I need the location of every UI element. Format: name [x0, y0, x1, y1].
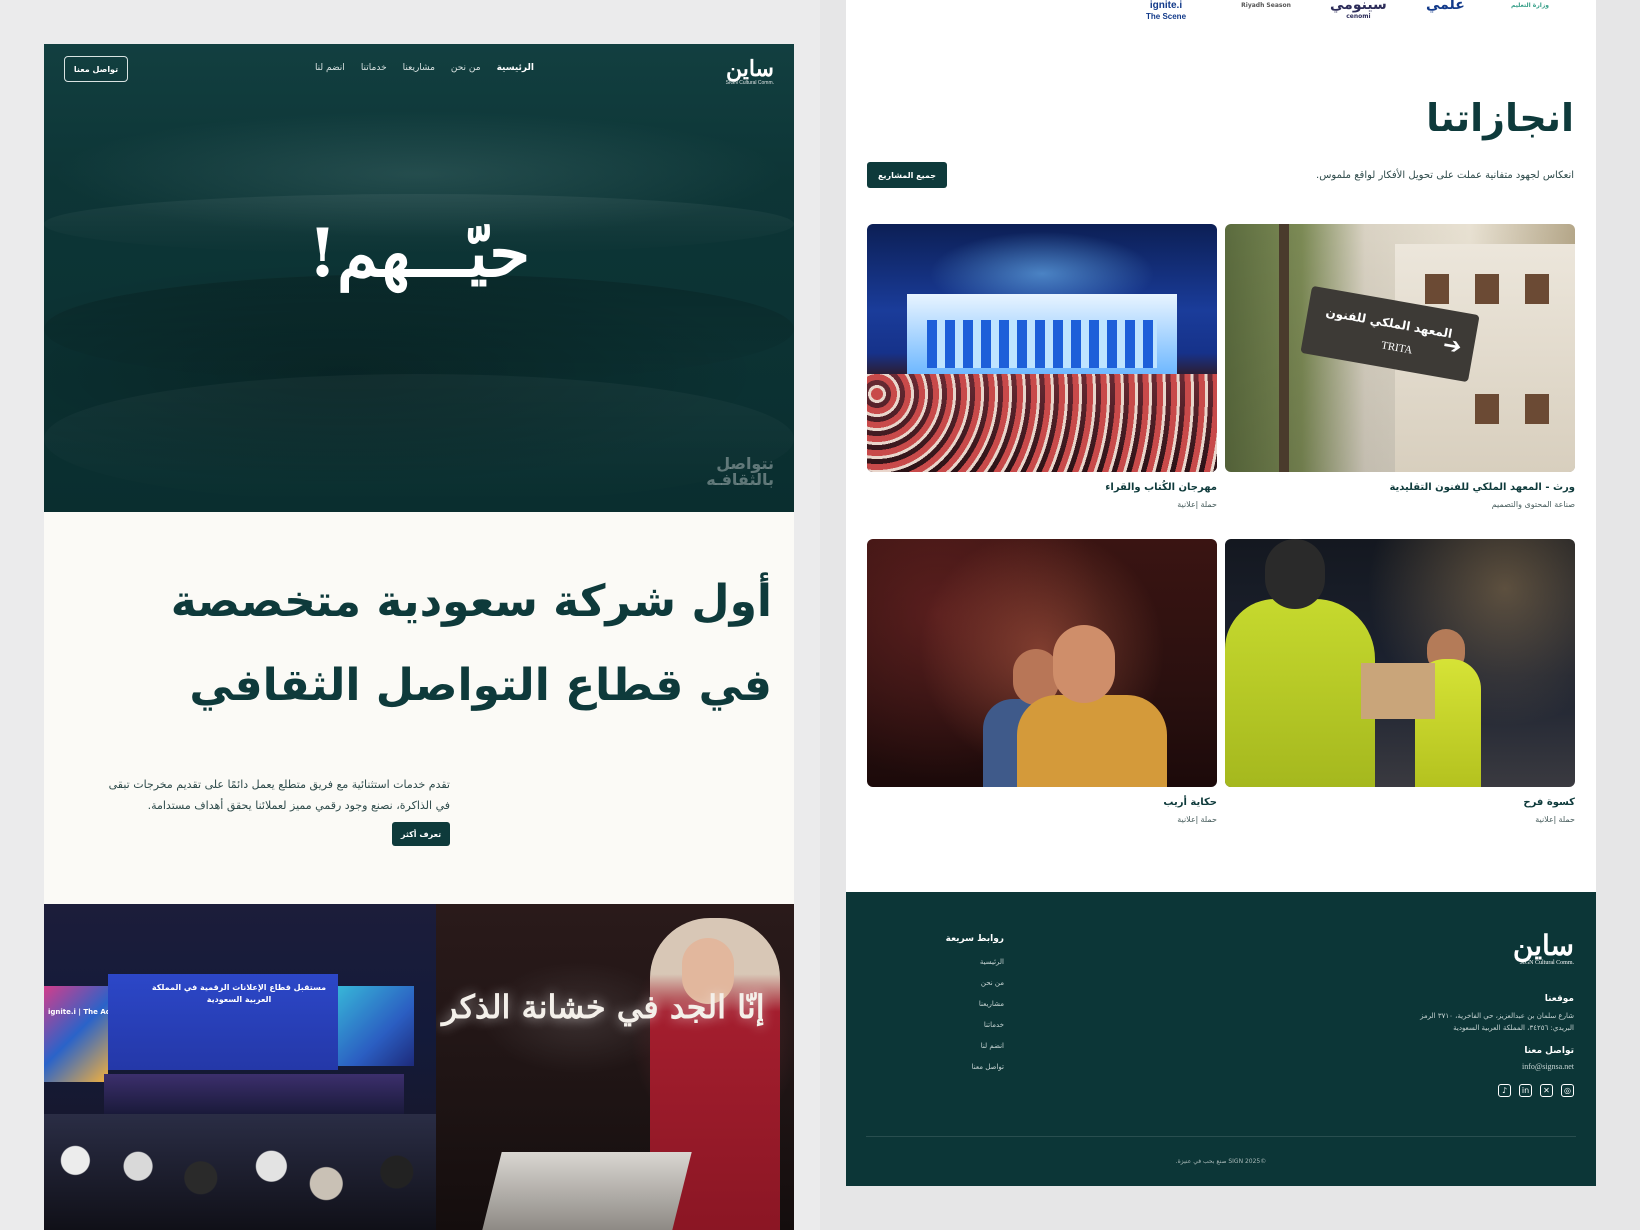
logo-subtext: SIGN Cultural Comm. — [725, 80, 774, 86]
all-projects-button[interactable]: جميع المشاريع — [867, 162, 947, 188]
project-image — [867, 539, 1217, 787]
footer-link-home[interactable]: الرئيسية — [972, 952, 1004, 973]
nav-item-projects[interactable]: مشاريعنا — [403, 63, 435, 73]
copyright: ©SIGN 2025 صنع بحب في عنيزة. — [1175, 1158, 1267, 1165]
partner-logo-education: وزارة التعليم — [1510, 2, 1550, 9]
conference-side-screen — [44, 986, 108, 1082]
hero-title: حيّـــهم! — [307, 214, 531, 292]
projects-page-mockup: ignite.i The Scene Riyadh Season سينومي … — [846, 0, 1596, 1186]
project-title: كسوة فرح — [1523, 797, 1575, 808]
conference-audience — [44, 1114, 436, 1230]
watermark-line: بالثقافـه — [706, 470, 774, 489]
partner-logos: ignite.i The Scene Riyadh Season سينومي … — [846, 0, 1596, 30]
project-tag: حملة إعلانية — [1535, 815, 1575, 824]
homepage-mockup: ساين SIGN Cultural Comm. الرئيسية من نحن… — [44, 44, 794, 1230]
social-links: ◎ ✕ in ♪ — [1498, 1084, 1574, 1097]
building-window — [1475, 274, 1499, 304]
project-tag: حملة إعلانية — [1177, 500, 1217, 509]
site-footer: ساين SIGN Cultural Comm. موقعنا شارع سلم… — [846, 892, 1596, 1186]
nav-item-services[interactable]: خدماتنا — [361, 63, 387, 73]
glowing-calligraphy: إنّا الجد في خشانة الذكر — [442, 988, 765, 1026]
nav-item-join[interactable]: انضم لنا — [315, 63, 345, 73]
nav-menu: الرئيسية من نحن مشاريعنا خدماتنا انضم لن… — [315, 63, 534, 73]
logo-text: ساين — [725, 56, 774, 82]
volunteer-head — [1265, 539, 1325, 609]
nav-item-home[interactable]: الرئيسية — [497, 63, 534, 73]
footer-link-services[interactable]: خدماتنا — [972, 1015, 1004, 1036]
x-icon[interactable]: ✕ — [1540, 1084, 1553, 1097]
stage-lights — [927, 320, 1157, 368]
project-title: ورث - المعهد الملكي للفنون التقليدية — [1389, 482, 1575, 493]
top-nav: ساين SIGN Cultural Comm. الرئيسية من نحن… — [44, 44, 794, 100]
building-window — [1425, 274, 1449, 304]
footer-logo[interactable]: ساين SIGN Cultural Comm. — [1513, 932, 1574, 967]
partner-logo-ilmi: علمي — [1426, 0, 1465, 13]
sign-pole — [1279, 224, 1289, 472]
donation-box — [1361, 663, 1435, 719]
tiktok-icon[interactable]: ♪ — [1498, 1084, 1511, 1097]
building-window — [1525, 394, 1549, 424]
calligraphy-book-photo[interactable]: إنّا الجد في خشانة الذكر — [436, 904, 794, 1230]
dune-highlight — [44, 374, 794, 504]
footer-link-contact[interactable]: تواصل معنا — [972, 1057, 1004, 1078]
nav-item-about[interactable]: من نحن — [451, 63, 481, 73]
learn-more-button[interactable]: تعرف أكثر — [392, 822, 450, 846]
conference-stage — [104, 1074, 404, 1114]
footer-link-about[interactable]: من نحن — [972, 973, 1004, 994]
contact-button[interactable]: تواصل معنا — [64, 56, 128, 82]
achievements-subtitle: انعكاس لجهود متفانية عملت على تحويل الأف… — [1316, 170, 1574, 181]
volunteer-figure — [1225, 599, 1375, 787]
footer-link-projects[interactable]: مشاريعنا — [972, 994, 1004, 1015]
partner-sub: The Scene — [1146, 12, 1187, 21]
logo-text: ساين — [1512, 929, 1574, 962]
footer-divider — [866, 1136, 1576, 1137]
achievements-title: انجازاتنا — [1426, 96, 1574, 140]
footer-link-join[interactable]: انضم لنا — [972, 1036, 1004, 1057]
conference-photo[interactable]: ignite.i | The Ads مستقبل قطاع الإعلانات… — [44, 904, 436, 1230]
partner-logo-riyadh: Riyadh Season — [1241, 2, 1291, 9]
intro-headline: أول شركة سعودية متخصصة في قطاع التواصل ا… — [152, 560, 772, 728]
gallery-strip: ignite.i | The Ads مستقبل قطاع الإعلانات… — [44, 904, 794, 1230]
quick-links: الرئيسية من نحن مشاريعنا خدماتنا انضم لن… — [972, 952, 1004, 1078]
project-title: حكاية أريب — [1163, 797, 1217, 808]
site-logo[interactable]: ساين SIGN Cultural Comm. — [726, 58, 774, 86]
concert-audience — [867, 374, 1217, 472]
project-tag: حملة إعلانية — [1177, 815, 1217, 824]
instagram-icon[interactable]: ◎ — [1561, 1084, 1574, 1097]
project-title: مهرجان الكُتاب والقراء — [1105, 482, 1217, 493]
linkedin-icon[interactable]: in — [1519, 1084, 1532, 1097]
partner-name: ignite.i — [1149, 0, 1183, 11]
child-figure — [1017, 695, 1167, 787]
project-image: المعهد الملكي للفنون TRITA ➔ — [1225, 224, 1575, 472]
headline-line: في قطاع التواصل الثقافي — [189, 660, 772, 711]
child-face — [1053, 625, 1115, 703]
building-window — [1475, 394, 1499, 424]
conference-logo: ignite.i | The Ads — [48, 1008, 115, 1016]
contact-email[interactable]: info@signsa.net — [1522, 1062, 1574, 1071]
intro-section: أول شركة سعودية متخصصة في قطاع التواصل ا… — [44, 512, 794, 904]
partner-logo-ignite: ignite.i The Scene — [1146, 0, 1186, 24]
building-window — [1525, 274, 1549, 304]
partner-logo-cenomi: سينومي cenomi — [1330, 0, 1387, 24]
project-image — [867, 224, 1217, 472]
location-heading: موقعنا — [1544, 994, 1574, 1004]
quick-links-heading: روابط سريعة — [945, 934, 1004, 944]
project-image — [1225, 539, 1575, 787]
logo-subtext: SIGN Cultural Comm. — [1519, 960, 1574, 966]
project-tag: صناعة المحتوى والتصميم — [1491, 500, 1575, 509]
open-book — [482, 1152, 692, 1230]
conference-side-screen — [338, 986, 414, 1066]
hero-section: ساين SIGN Cultural Comm. الرئيسية من نحن… — [44, 44, 794, 512]
conference-screen-text: مستقبل قطاع الإعلانات الرقمية في المملكة… — [151, 983, 327, 1004]
location-address: شارع سلمان بن عبدالعزيز، حي الفاخرية، ٣٧… — [1420, 1012, 1574, 1032]
contact-heading: تواصل معنا — [1524, 1046, 1574, 1056]
headline-line: أول شركة سعودية متخصصة — [170, 576, 772, 627]
intro-body: تقدم خدمات استثنائية مع فريق متطلع يعمل … — [108, 778, 450, 812]
hero-watermark: نتواصل بالثقافـه — [706, 456, 774, 488]
